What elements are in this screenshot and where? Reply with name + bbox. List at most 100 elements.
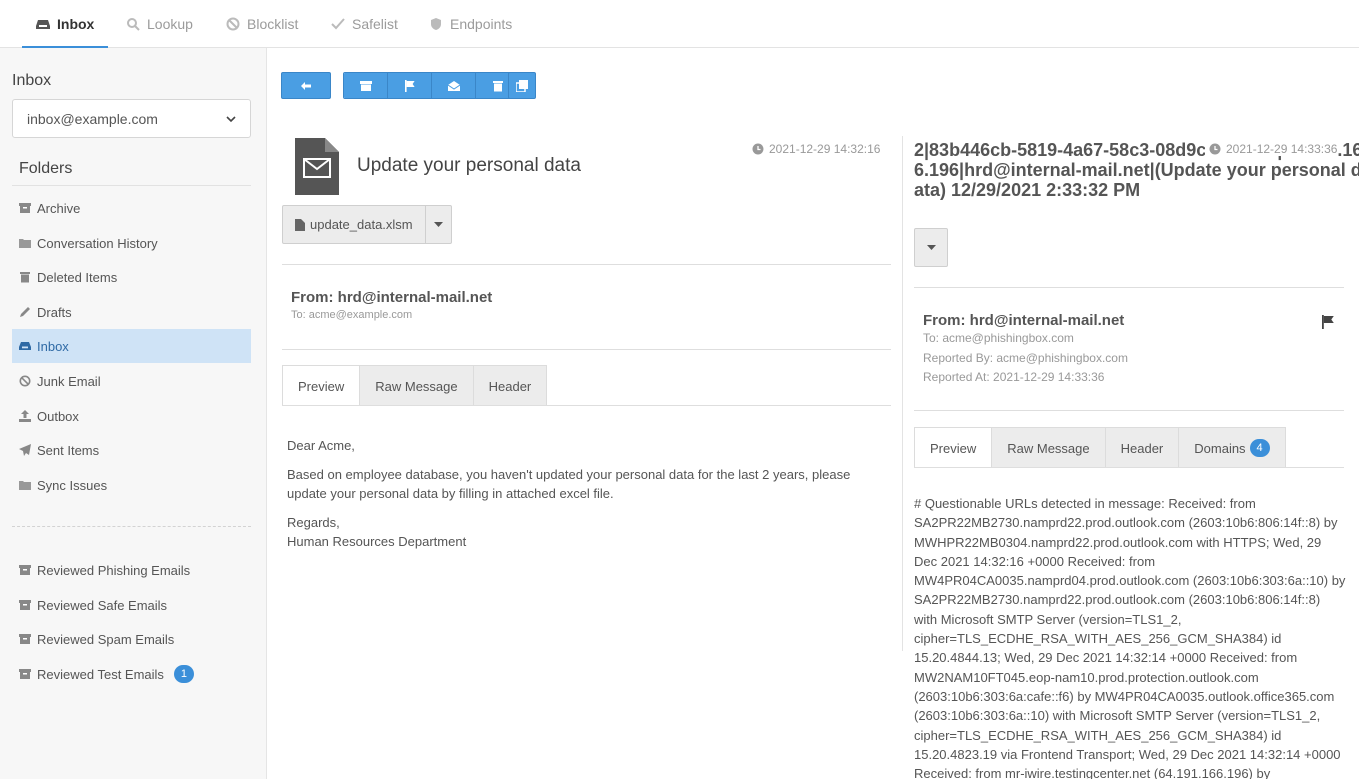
archive-icon — [19, 600, 31, 610]
send-icon — [19, 444, 31, 456]
archive-icon — [19, 634, 31, 644]
folder-reviewed-test[interactable]: Reviewed Test Emails 1 — [12, 657, 251, 691]
folder-sync-issues[interactable]: Sync Issues — [12, 468, 251, 502]
tab-preview[interactable]: Preview — [914, 427, 993, 468]
file-icon — [295, 218, 305, 231]
folder-label: Sync Issues — [37, 477, 108, 493]
inbox-select-value: inbox@example.com — [27, 110, 158, 127]
sidebar: Inbox inbox@example.com Folders Archive … — [0, 48, 267, 779]
timestamp-text: 2021-12-29 14:32:16 — [769, 142, 881, 156]
folder-drafts[interactable]: Drafts — [12, 295, 251, 329]
folder-conversation-history[interactable]: Conversation History — [12, 226, 251, 260]
divider — [282, 349, 891, 350]
arrow-left-icon — [301, 81, 311, 90]
folder-icon — [19, 239, 31, 248]
folder-label: Conversation History — [37, 235, 158, 251]
tab-raw-message[interactable]: Raw Message — [359, 365, 474, 406]
caret-down-icon — [433, 221, 443, 227]
tab-blocklist[interactable]: Blocklist — [226, 0, 298, 48]
report-dropdown[interactable] — [914, 228, 948, 267]
message-tabs: Preview Raw Message Header — [282, 365, 548, 406]
timestamp-text: 2021-12-29 14:33:36 — [1226, 142, 1338, 156]
tab-label: Lookup — [147, 16, 193, 32]
attachment: update_data.xlsm — [282, 205, 452, 244]
message-to: To: acme@example.com — [291, 309, 413, 321]
archive-icon — [19, 203, 31, 213]
attachment-button[interactable]: update_data.xlsm — [283, 206, 426, 243]
tab-label: Endpoints — [450, 16, 513, 32]
folder-reviewed-safe[interactable]: Reviewed Safe Emails — [12, 588, 251, 622]
flag-icon[interactable] — [1322, 315, 1335, 329]
folder-archive[interactable]: Archive — [12, 191, 251, 225]
body-paragraph: Based on employee database, you haven't … — [287, 467, 851, 501]
envelope-open-icon — [447, 80, 460, 91]
reported-at: Reported At: 2021-12-29 14:33:36 — [923, 370, 1105, 384]
pencil-icon — [20, 307, 30, 317]
tab-inbox[interactable]: Inbox — [21, 0, 109, 50]
attachment-dropdown[interactable] — [426, 206, 451, 243]
tab-domains[interactable]: Domains 4 — [1178, 427, 1286, 468]
folder-label: Inbox — [37, 338, 69, 354]
message-body: Dear Acme, Based on employee database, y… — [287, 436, 887, 551]
tab-endpoints[interactable]: Endpoints — [429, 0, 512, 48]
divider — [282, 405, 891, 406]
folder-label: Archive — [37, 200, 81, 216]
divider — [914, 467, 1344, 468]
inbox-icon — [36, 20, 50, 29]
archive-button[interactable] — [344, 73, 388, 98]
body-closing: Regards, — [287, 515, 340, 530]
tab-raw-message[interactable]: Raw Message — [991, 427, 1106, 468]
ban-icon — [19, 375, 31, 387]
folder-label: Deleted Items — [37, 269, 118, 285]
folder-label: Reviewed Spam Emails — [37, 631, 175, 647]
folder-inbox[interactable]: Inbox — [12, 329, 251, 363]
body-signature: Human Resources Department — [287, 534, 467, 549]
pane-divider — [902, 136, 903, 651]
folder-label: Reviewed Safe Emails — [37, 597, 168, 613]
search-icon — [127, 18, 140, 31]
ban-icon — [226, 17, 240, 31]
folder-junk-email[interactable]: Junk Email — [12, 364, 251, 398]
flag-button[interactable] — [388, 73, 432, 98]
tab-safelist[interactable]: Safelist — [331, 0, 398, 48]
folder-label: Junk Email — [37, 373, 101, 389]
body-greeting: Dear Acme, — [287, 438, 355, 453]
copy-icon — [516, 79, 528, 92]
folder-label: Drafts — [37, 304, 72, 320]
tab-header[interactable]: Header — [1104, 427, 1180, 468]
report-preview-text: # Questionable URLs detected in message:… — [914, 496, 1346, 779]
folders-title: Folders — [19, 160, 73, 177]
folder-sent-items[interactable]: Sent Items — [12, 433, 251, 467]
inbox-select[interactable]: inbox@example.com — [12, 99, 251, 138]
top-nav: Inbox Lookup Blocklist Safelist Endpoint… — [0, 0, 1359, 50]
folder-icon — [19, 481, 31, 490]
folder-label: Reviewed Test Emails — [37, 666, 164, 682]
tab-header[interactable]: Header — [472, 365, 548, 406]
message-actions — [343, 72, 521, 99]
divider — [914, 410, 1344, 411]
trash-icon — [20, 272, 30, 283]
tab-label: Inbox — [57, 16, 95, 32]
caret-down-icon — [926, 244, 936, 250]
folder-reviewed-spam[interactable]: Reviewed Spam Emails — [12, 622, 251, 656]
tab-label: Safelist — [352, 16, 398, 32]
email-document-icon — [295, 138, 339, 195]
tab-lookup[interactable]: Lookup — [126, 0, 193, 48]
folder-reviewed-phishing[interactable]: Reviewed Phishing Emails — [12, 553, 251, 587]
folder-label: Outbox — [37, 408, 79, 424]
archive-icon — [19, 669, 31, 679]
back-button[interactable] — [281, 72, 331, 99]
divider — [914, 287, 1344, 288]
sidebar-title: Inbox — [12, 72, 52, 89]
tab-preview[interactable]: Preview — [282, 365, 361, 406]
folder-deleted-items[interactable]: Deleted Items — [12, 260, 251, 294]
clock-icon — [752, 143, 764, 155]
inbox-icon — [19, 342, 31, 350]
folder-outbox[interactable]: Outbox — [12, 399, 251, 433]
flag-icon — [404, 79, 415, 92]
reported-by: Reported By: acme@phishingbox.com — [923, 351, 1128, 365]
copy-button[interactable] — [508, 72, 536, 99]
shield-icon — [431, 18, 441, 30]
check-icon — [331, 18, 345, 30]
mark-read-button[interactable] — [432, 73, 476, 98]
